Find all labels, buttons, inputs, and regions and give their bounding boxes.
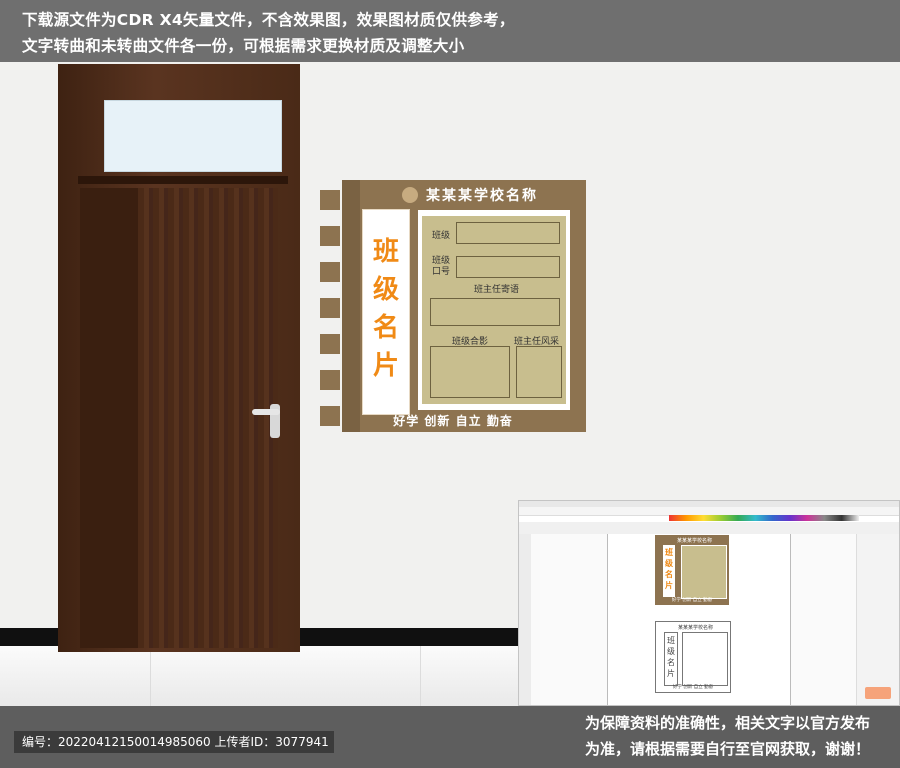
board-tab	[320, 262, 340, 282]
color-palette	[669, 515, 859, 521]
title-char: 级	[372, 275, 399, 305]
thumbnail-board-outline: 某某某学校名称 班级名片 好学 创新 自立 勤奋	[655, 621, 731, 693]
teacher-style-field	[516, 346, 562, 398]
title-panel: 班 级 名 片	[362, 209, 410, 415]
class-slogan-field	[456, 256, 560, 278]
thumbnail-school-name: 某某某学校名称	[677, 538, 713, 544]
board-slogan: 好学 创新 自立 勤奋	[393, 414, 513, 428]
door-handle	[252, 409, 280, 415]
thumbnail-slogan: 好学 创新 自立 勤奋	[671, 598, 713, 603]
design-software-screenshot: 某某某学校名称 班级名片 好学 创新 自立 勤奋 某某某学校名称 班级名片 好学…	[518, 500, 900, 706]
floor-tile-line	[420, 646, 421, 706]
title-char: 班	[372, 237, 399, 267]
board-tab	[320, 190, 340, 210]
thumbnail-content-panel	[681, 545, 727, 599]
school-logo-icon	[402, 187, 418, 203]
file-id-label: 编号：20220412150014985060 上传者ID：3077941	[14, 731, 334, 753]
banner-line-1: 下载源文件为CDR X4矢量文件，不含效果图，效果图材质仅供参考，	[22, 11, 515, 29]
transom-window	[104, 100, 282, 172]
class-field	[456, 222, 560, 244]
transom-bar	[78, 176, 288, 184]
title-char: 名	[372, 313, 399, 343]
class-label: 班级	[432, 231, 451, 241]
thumbnail-outline-content-panel	[682, 632, 728, 686]
thumbnail-outline-slogan: 好学 创新 自立 勤奋	[672, 685, 714, 690]
board-tab	[320, 334, 340, 354]
app-docker-panel	[856, 534, 899, 705]
teacher-message-field	[430, 298, 560, 326]
board-spine	[342, 180, 360, 432]
class-slogan-label: 班级 口号	[432, 256, 451, 277]
floor-tile-line	[150, 646, 151, 706]
title-char: 片	[372, 351, 399, 381]
teacher-message-label: 班主任寄语	[474, 285, 520, 295]
thumbnail-board-color: 某某某学校名称 班级名片 好学 创新 自立 勤奋	[655, 535, 729, 605]
top-banner: 下载源文件为CDR X4矢量文件，不含效果图，效果图材质仅供参考， 文字转曲和未…	[0, 0, 900, 62]
board-tab	[320, 370, 340, 390]
notice-line-2: 为准，请根据需要自行至官网获取，谢谢！	[584, 740, 870, 758]
notice-line-1: 为保障资料的准确性，相关文字以官方发布	[584, 714, 870, 732]
thumbnail-outline-title: 班级名片	[667, 636, 675, 678]
school-name: 某某某学校名称	[426, 188, 538, 204]
class-photo-field	[430, 346, 510, 398]
door-leaf	[138, 188, 278, 648]
thumbnail-outline-school-name: 某某某学校名称	[678, 625, 714, 631]
app-status-widget	[865, 687, 891, 699]
door-jamb	[80, 188, 138, 648]
banner-line-2: 文字转曲和未转曲文件各一份，可根据需求更换材质及调整大小	[22, 37, 465, 55]
thumbnail-title-panel: 班级名片	[663, 545, 675, 597]
thumbnail-outline-title-panel: 班级名片	[664, 632, 678, 686]
board-tab	[320, 226, 340, 246]
class-card-board: 某某某学校名称 班 级 名 片 班级 班级 口号 班主任寄语 班级合影 班主任风…	[320, 180, 586, 432]
thumbnail-title: 班级名片	[665, 548, 673, 590]
board-tab	[320, 298, 340, 318]
